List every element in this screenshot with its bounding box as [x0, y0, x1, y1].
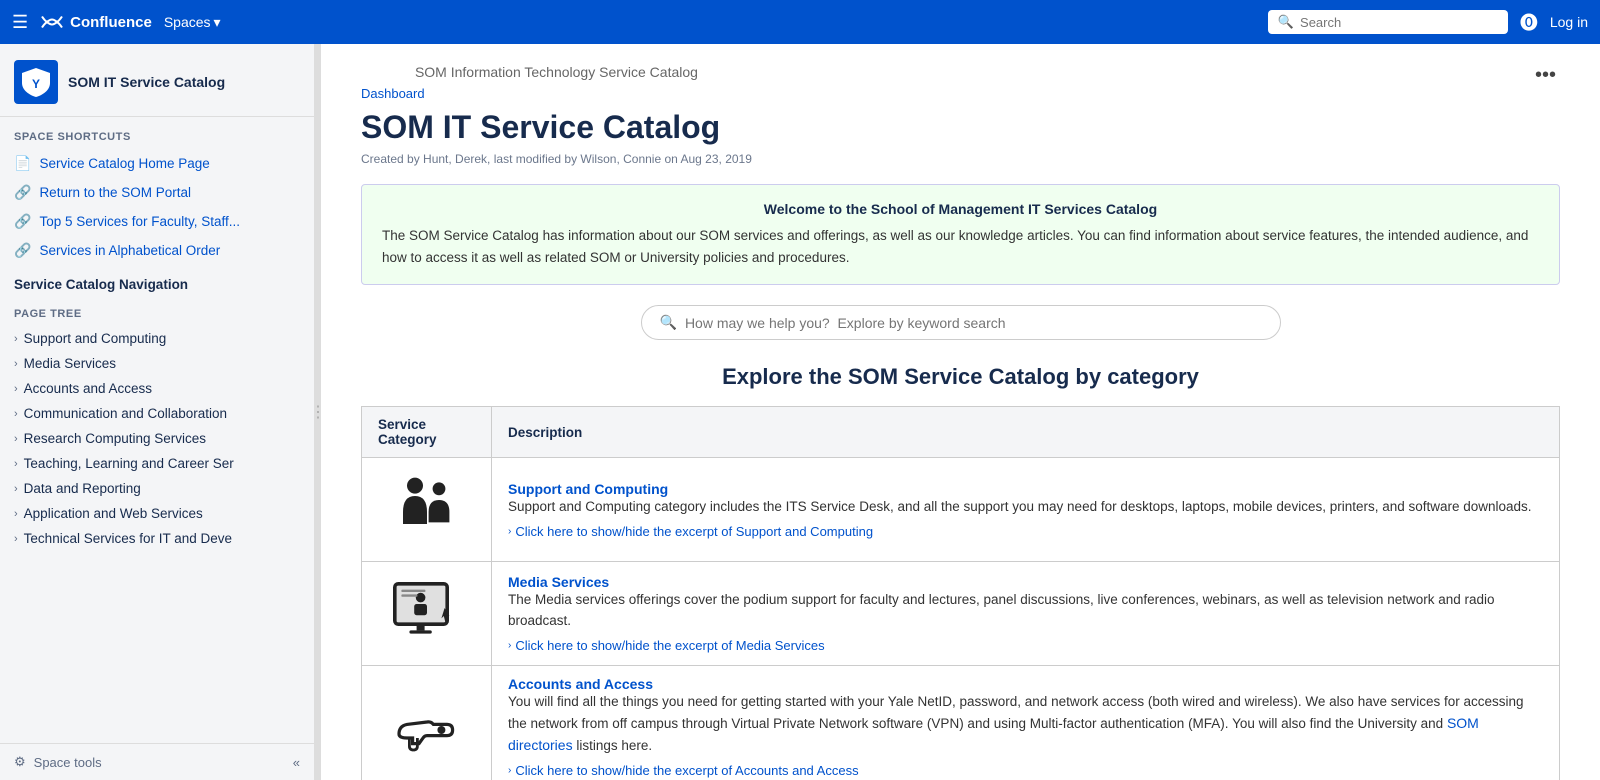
welcome-title: Welcome to the School of Management IT S…: [382, 201, 1539, 217]
chevron-right-icon-5: ›: [14, 433, 18, 445]
sidebar: Y SOM IT Service Catalog SPACE SHORTCUTS…: [0, 44, 315, 780]
tree-item-media-services[interactable]: › Media Services: [0, 351, 314, 376]
shortcuts-heading: SPACE SHORTCUTS: [0, 117, 314, 149]
explore-heading: Explore the SOM Service Catalog by categ…: [361, 364, 1560, 390]
link-icon-3: 🔗: [14, 242, 31, 259]
catalog-table: Service Category Description: [361, 406, 1560, 780]
catalog-search-icon: 🔍: [660, 314, 677, 331]
page-header-row: SOM Information Technology Service Catal…: [361, 64, 1560, 184]
tree-item-research-computing[interactable]: › Research Computing Services: [0, 426, 314, 451]
space-logo: Y: [14, 60, 58, 104]
tree-item-support-computing[interactable]: › Support and Computing: [0, 326, 314, 351]
media-services-link[interactable]: Media Services: [508, 574, 609, 590]
tree-item-data-reporting[interactable]: › Data and Reporting: [0, 476, 314, 501]
svg-text:Y: Y: [32, 77, 40, 91]
accounts-access-icon: [387, 686, 467, 766]
catalog-search-area: 🔍: [361, 305, 1560, 340]
category-desc-cell-support: Support and Computing Support and Comput…: [492, 458, 1560, 562]
sidebar-item-service-catalog-home[interactable]: 📄 Service Catalog Home Page: [0, 149, 314, 178]
welcome-box: Welcome to the School of Management IT S…: [361, 184, 1560, 285]
chevron-right-icon-8: ›: [14, 508, 18, 520]
sidebar-item-top5-services[interactable]: 🔗 Top 5 Services for Faculty, Staff...: [0, 207, 314, 236]
category-desc-cell-accounts: Accounts and Access You will find all th…: [492, 666, 1560, 780]
category-icon-cell-support: [362, 458, 492, 562]
search-icon: 🔍: [1278, 14, 1294, 30]
welcome-body: The SOM Service Catalog has information …: [382, 225, 1539, 268]
table-row: Support and Computing Support and Comput…: [362, 458, 1560, 562]
chevron-right-icon: ›: [14, 333, 18, 345]
sidebar-nav-label: Service Catalog Navigation: [0, 265, 314, 298]
catalog-search-box[interactable]: 🔍: [641, 305, 1281, 340]
chevron-right-icon-3: ›: [14, 383, 18, 395]
chevron-right-icon-7: ›: [14, 483, 18, 495]
top-search-box[interactable]: 🔍: [1268, 10, 1508, 34]
chevron-right-icon-4: ›: [14, 408, 18, 420]
chevron-right-icon-6: ›: [14, 458, 18, 470]
page-tree-heading: PAGE TREE: [0, 298, 314, 326]
sidebar-space-title: SOM IT Service Catalog: [68, 74, 225, 90]
sidebar-item-return-som-portal[interactable]: 🔗 Return to the SOM Portal: [0, 178, 314, 207]
chevron-right-icon-2: ›: [14, 358, 18, 370]
link-icon-2: 🔗: [14, 213, 31, 230]
more-options-button[interactable]: •••: [1531, 64, 1560, 87]
confluence-logo-text: Confluence: [70, 14, 152, 31]
confluence-icon: [40, 10, 64, 34]
document-icon: 📄: [14, 155, 31, 172]
media-services-icon: [387, 572, 467, 652]
collapse-sidebar-button[interactable]: «: [293, 755, 300, 770]
chevron-down-icon: ▾: [214, 14, 221, 31]
accounts-access-desc: You will find all the things you need fo…: [508, 692, 1543, 757]
top-search-input[interactable]: [1300, 15, 1498, 30]
page-meta: Created by Hunt, Derek, last modified by…: [361, 152, 752, 166]
help-button[interactable]: ⓿: [1520, 9, 1538, 35]
sidebar-logo-area: Y SOM IT Service Catalog: [0, 44, 314, 117]
space-tools-icon: ⚙: [14, 754, 26, 770]
support-computing-link[interactable]: Support and Computing: [508, 481, 668, 497]
col-description: Description: [492, 407, 1560, 458]
tree-item-accounts-access[interactable]: › Accounts and Access: [0, 376, 314, 401]
shield-icon: Y: [20, 66, 52, 98]
support-computing-desc: Support and Computing category includes …: [508, 497, 1543, 518]
chevron-right-icon-9: ›: [14, 533, 18, 545]
accounts-access-link[interactable]: Accounts and Access: [508, 676, 653, 692]
col-service-category: Service Category: [362, 407, 492, 458]
help-icon: ⓿: [1520, 13, 1538, 33]
category-desc-cell-media: Media Services The Media services offeri…: [492, 562, 1560, 666]
breadcrumb[interactable]: Dashboard: [361, 86, 752, 101]
main-content: SOM Information Technology Service Catal…: [321, 44, 1600, 780]
top-navigation: ☰ Confluence Spaces ▾ 🔍 ⓿ Log in: [0, 0, 1600, 44]
accounts-access-expand[interactable]: › Click here to show/hide the excerpt of…: [508, 763, 1543, 778]
tree-item-teaching-learning[interactable]: › Teaching, Learning and Career Ser: [0, 451, 314, 476]
expand-arrow-icon-3: ›: [508, 765, 511, 776]
expand-arrow-icon: ›: [508, 526, 511, 537]
page-layout: Y SOM IT Service Catalog SPACE SHORTCUTS…: [0, 44, 1600, 780]
category-icon-cell-accounts: [362, 666, 492, 780]
support-computing-icon: [387, 468, 467, 548]
tree-item-communication[interactable]: › Communication and Collaboration: [0, 401, 314, 426]
tree-item-application-web[interactable]: › Application and Web Services: [0, 501, 314, 526]
sidebar-item-alphabetical[interactable]: 🔗 Services in Alphabetical Order: [0, 236, 314, 265]
table-row: Media Services The Media services offeri…: [362, 562, 1560, 666]
login-button[interactable]: Log in: [1550, 14, 1588, 30]
page-title: SOM IT Service Catalog: [361, 109, 752, 146]
media-services-expand[interactable]: › Click here to show/hide the excerpt of…: [508, 638, 1543, 653]
catalog-search-input[interactable]: [685, 315, 1262, 331]
category-icon-cell-media: [362, 562, 492, 666]
spaces-button[interactable]: Spaces ▾: [164, 14, 221, 31]
media-services-desc: The Media services offerings cover the p…: [508, 590, 1543, 632]
page-top-title: SOM Information Technology Service Catal…: [361, 64, 752, 80]
sidebar-bottom: ⚙ Space tools «: [0, 743, 314, 780]
support-computing-expand[interactable]: › Click here to show/hide the excerpt of…: [508, 524, 1543, 539]
confluence-logo: Confluence: [40, 10, 152, 34]
link-icon: 🔗: [14, 184, 31, 201]
table-row: Accounts and Access You will find all th…: [362, 666, 1560, 780]
hamburger-icon[interactable]: ☰: [12, 12, 28, 33]
expand-arrow-icon-2: ›: [508, 640, 511, 651]
tree-item-technical-services[interactable]: › Technical Services for IT and Deve: [0, 526, 314, 551]
